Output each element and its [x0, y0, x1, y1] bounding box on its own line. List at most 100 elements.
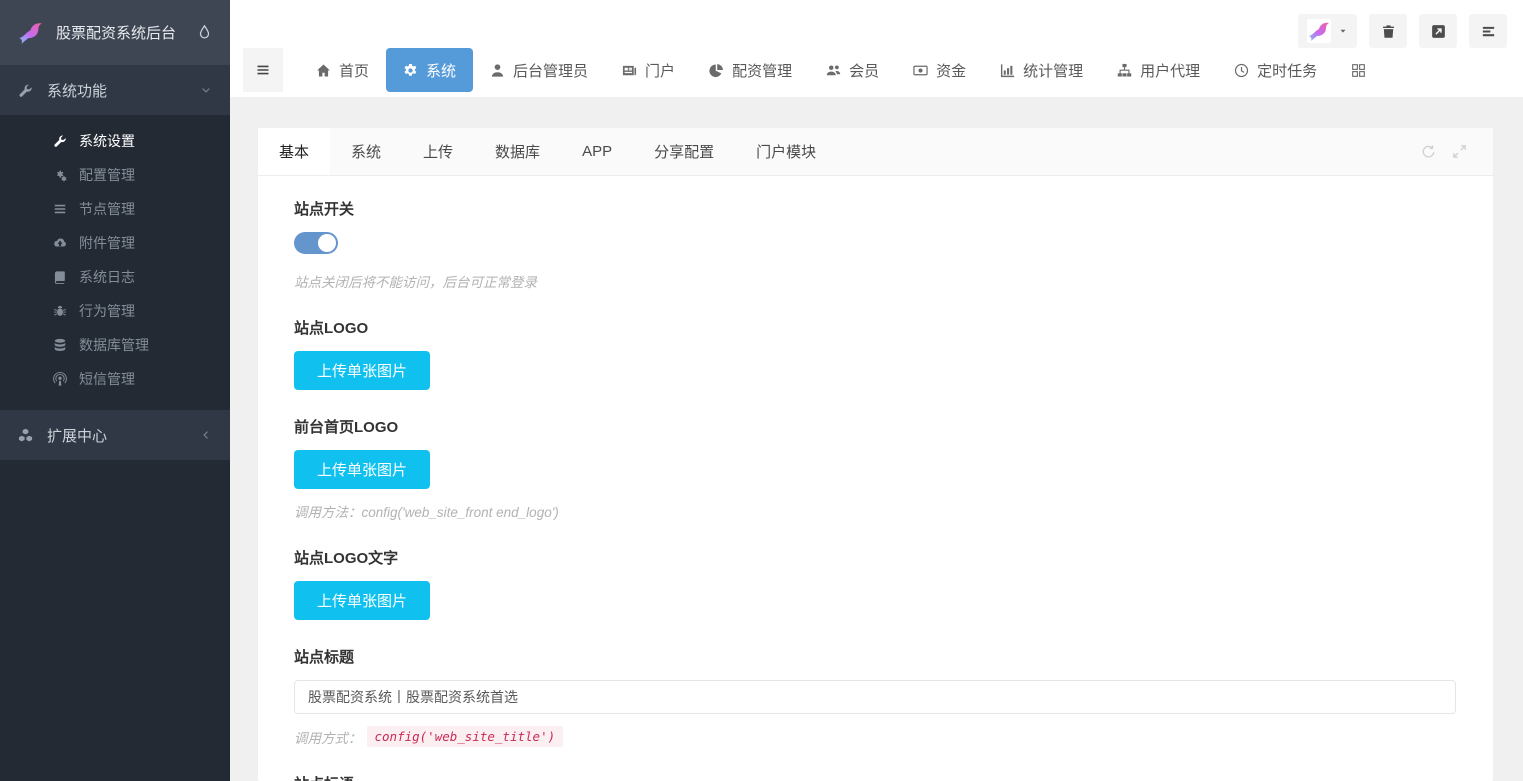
app-logo-icon — [17, 19, 44, 46]
sidebar-item-attachment-management[interactable]: 附件管理 — [0, 226, 230, 260]
sidebar-group-label: 系统功能 — [47, 80, 107, 101]
sidebar-item-sms-management[interactable]: 短信管理 — [0, 362, 230, 396]
sidebar-item-system-log[interactable]: 系统日志 — [0, 260, 230, 294]
wrench-icon — [18, 83, 33, 98]
nav-item-system[interactable]: 系统 — [386, 48, 473, 92]
cloud-upload-icon — [53, 236, 67, 250]
tabs: 基本系统上传 数据库 APP 分享配置门户模块 — [258, 128, 837, 175]
sidebar-toggle-button[interactable] — [243, 48, 283, 92]
sidebar-item-behavior-management[interactable]: 行为管理 — [0, 294, 230, 328]
sidebar-item-label: 短信管理 — [79, 369, 135, 389]
sidebar-item-config-management[interactable]: 配置管理 — [0, 158, 230, 192]
users-icon — [826, 63, 841, 78]
nav-item-stats[interactable]: 统计管理 — [983, 48, 1100, 92]
field-label: 前台首页LOGO — [294, 416, 1456, 437]
chevron-down-icon — [200, 84, 212, 96]
upload-front-logo-button[interactable]: 上传单张图片 — [294, 450, 430, 489]
trash-button[interactable] — [1369, 14, 1407, 48]
trash-icon — [1381, 24, 1396, 39]
tab-upload[interactable]: 上传 — [402, 128, 474, 175]
nav-item-member[interactable]: 会员 — [809, 48, 896, 92]
sidebar-group-extension-center[interactable]: 扩展中心 — [0, 410, 230, 460]
sidebar-item-label: 配置管理 — [79, 165, 135, 185]
nav-item-label: 门户 — [645, 60, 675, 81]
wrench-icon — [53, 134, 67, 148]
sidebar-item-label: 附件管理 — [79, 233, 135, 253]
tab-portal-module[interactable]: 门户模块 — [735, 128, 837, 175]
refresh-icon[interactable] — [1421, 144, 1436, 159]
nav-item-grid[interactable] — [1334, 48, 1383, 92]
gear-icon — [403, 63, 418, 78]
tab-label: 基本 — [279, 141, 309, 162]
caret-down-icon — [1338, 26, 1348, 36]
field-help: 站点关闭后将不能访问，后台可正常登录 — [294, 271, 1456, 291]
sidebar-item-label: 数据库管理 — [79, 335, 149, 355]
home-icon — [316, 63, 331, 78]
log-list-button[interactable] — [1469, 14, 1507, 48]
podcast-icon — [53, 372, 67, 386]
main-area: 首页系统后台管理员门户配资管理会员资金统计管理用户代理定时任务 基本系统上传数据… — [230, 0, 1523, 781]
header-toolbar — [1298, 14, 1507, 48]
nav-item-label: 系统 — [426, 60, 456, 81]
bar-chart-icon — [1000, 63, 1015, 78]
nav-item-funds[interactable]: 资金 — [896, 48, 983, 92]
reorder-icon — [1481, 24, 1496, 39]
field-front-logo: 前台首页LOGO 上传单张图片 调用方法：config('web_site_fr… — [294, 416, 1456, 521]
sidebar-item-label: 行为管理 — [79, 301, 135, 321]
field-logo-text: 站点LOGO文字 上传单张图片 — [294, 547, 1456, 620]
sidebar-item-database-management[interactable]: 数据库管理 — [0, 328, 230, 362]
nav-item-admin[interactable]: 后台管理员 — [473, 48, 605, 92]
pie-chart-icon — [709, 63, 724, 78]
nav-item-label: 资金 — [936, 60, 966, 81]
tab-share[interactable]: 分享配置 — [633, 128, 735, 175]
field-site-logo: 站点LOGO 上传单张图片 — [294, 317, 1456, 390]
upload-site-logo-button[interactable]: 上传单张图片 — [294, 351, 430, 390]
site-title-input[interactable] — [294, 680, 1456, 714]
list-icon — [53, 202, 67, 216]
avatar-menu-button[interactable] — [1298, 14, 1357, 48]
nav-item-portal[interactable]: 门户 — [605, 48, 692, 92]
nav-item-label: 会员 — [849, 60, 879, 81]
theme-droplet-icon[interactable] — [196, 24, 213, 41]
tab-app[interactable]: APP — [561, 128, 633, 175]
tab-basic[interactable]: 基本 — [258, 128, 330, 175]
money-icon — [913, 63, 928, 78]
field-help: 调用方式：config('web_site_title') — [294, 726, 1456, 747]
bug-icon — [53, 304, 67, 318]
tab-actions — [1421, 128, 1493, 175]
fullscreen-icon[interactable] — [1452, 144, 1467, 159]
nav-item-cron[interactable]: 定时任务 — [1217, 48, 1334, 92]
top-nav: 首页 系统 后台管理员 门户配资管理 会员 资金统计管理用户代理 定时任务 — [299, 48, 1383, 92]
settings-card: 基本系统上传数据库APP分享配置门户模块 站点开关 站点关闭后将不能访问，后台可… — [258, 128, 1493, 781]
sidebar-group-system-functions[interactable]: 系统功能 — [0, 65, 230, 115]
tab-system[interactable]: 系统 — [330, 128, 402, 175]
nav-item-home[interactable]: 首页 — [299, 48, 386, 92]
site-switch-toggle[interactable] — [294, 232, 338, 254]
tab-label: APP — [582, 143, 612, 160]
field-label: 站点LOGO — [294, 317, 1456, 338]
field-label: 站点标题 — [294, 646, 1456, 667]
sidebar-item-system-settings[interactable]: 系统设置 — [0, 124, 230, 158]
clock-icon — [1234, 63, 1249, 78]
tab-label: 数据库 — [495, 141, 540, 162]
app-title: 股票配资系统后台 — [56, 22, 176, 43]
open-window-button[interactable] — [1419, 14, 1457, 48]
sidebar-header: 股票配资系统后台 — [0, 0, 230, 65]
nav-item-financing[interactable]: 配资管理 — [692, 48, 809, 92]
nav-item-label: 定时任务 — [1257, 60, 1317, 81]
nav-item-label: 后台管理员 — [513, 60, 588, 81]
upload-logo-text-button[interactable]: 上传单张图片 — [294, 581, 430, 620]
top-nav-row: 首页 系统 后台管理员 门户配资管理 会员 资金统计管理用户代理 定时任务 — [243, 48, 1383, 92]
cubes-icon — [18, 428, 33, 443]
sidebar-item-node-management[interactable]: 节点管理 — [0, 192, 230, 226]
avatar — [1307, 19, 1331, 43]
sidebar-item-label: 系统日志 — [79, 267, 135, 287]
bars-icon — [255, 62, 271, 78]
tab-label: 门户模块 — [756, 141, 816, 162]
nav-item-agent[interactable]: 用户代理 — [1100, 48, 1217, 92]
sitemap-icon — [1117, 63, 1132, 78]
sidebar-group-label: 扩展中心 — [47, 425, 107, 446]
tab-database[interactable]: 数据库 — [474, 128, 561, 175]
tab-label: 上传 — [423, 141, 453, 162]
database-icon — [53, 338, 67, 352]
